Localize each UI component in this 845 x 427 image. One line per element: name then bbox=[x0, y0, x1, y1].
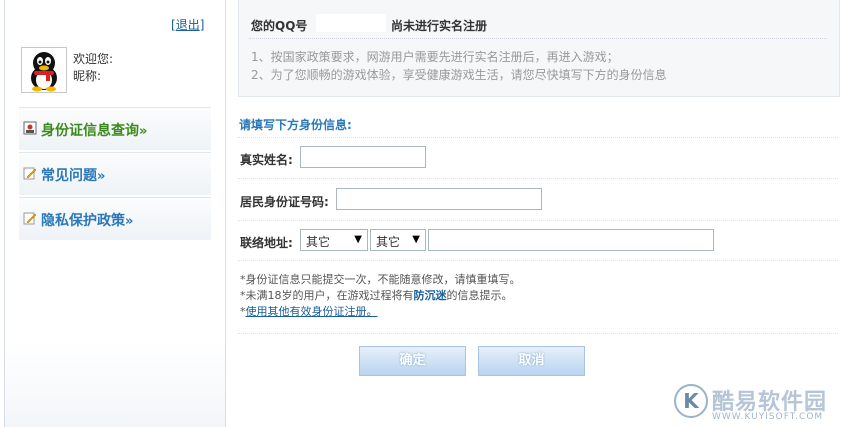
sidebar-item-faq[interactable]: 常见问题» bbox=[19, 152, 211, 195]
watermark: K 酷易软件园 WWW.KUYISOFT.COM bbox=[674, 380, 844, 427]
address-label: 联络地址: bbox=[240, 236, 293, 250]
note-2: *未满18岁的用户，在游戏过程将有防沉迷的信息提示。 bbox=[240, 289, 513, 302]
nickname-label: 昵称: bbox=[73, 69, 102, 83]
sidebar-item-privacy[interactable]: 隐私保护政策» bbox=[19, 197, 211, 240]
anti-addiction-text: 防沉迷 bbox=[413, 289, 447, 302]
id-card-icon bbox=[23, 121, 37, 135]
notice-line-2: 2、为了您顺畅的游戏体验，享受健康游戏生活，请您尽快填写下方的身份信息 bbox=[251, 68, 667, 82]
form-title: 请填写下方身份信息: bbox=[239, 118, 352, 132]
id-number-label: 居民身份证号码: bbox=[240, 195, 329, 209]
welcome-label: 欢迎您: bbox=[73, 52, 114, 66]
name-input[interactable] bbox=[300, 146, 426, 168]
notice-title-prefix: 您的QQ号 bbox=[251, 19, 308, 33]
sidebar: [退出] 欢迎您: 昵称: 身份证信息查询» 常见问题» 隐私保护政策» bbox=[4, 0, 226, 427]
watermark-logo: K bbox=[674, 384, 708, 418]
confirm-button[interactable]: 确定 bbox=[359, 346, 466, 376]
divider bbox=[249, 38, 827, 39]
note-1: *身份证信息只能提交一次，不能随意修改，请慎重填写。 bbox=[240, 273, 521, 286]
sidebar-item-label: 常见问题 bbox=[41, 168, 97, 184]
dropdown-arrow-icon: ▼ bbox=[412, 234, 420, 245]
notice-title-suffix: 尚未进行实名注册 bbox=[391, 19, 488, 33]
divider bbox=[238, 333, 838, 334]
dropdown-arrow-icon: ▼ bbox=[354, 234, 362, 245]
notice-panel: 您的QQ号 尚未进行实名注册 1、按国家政策要求，网游用户需要先进行实名注册后，… bbox=[238, 0, 840, 97]
province-select[interactable]: 其它 ▼ bbox=[300, 229, 368, 251]
pencil-icon bbox=[23, 167, 37, 180]
id-number-input[interactable] bbox=[336, 188, 542, 210]
cancel-button[interactable]: 取消 bbox=[478, 346, 585, 376]
sidebar-item-label: 隐私保护政策 bbox=[41, 213, 125, 229]
qq-number-mask bbox=[316, 14, 386, 32]
form-notes: *身份证信息只能提交一次，不能随意修改，请慎重填写。 *未满18岁的用户，在游戏… bbox=[240, 272, 521, 320]
divider bbox=[238, 220, 838, 221]
other-id-register-link[interactable]: 使用其他有效身份证注册。 bbox=[246, 305, 378, 318]
divider bbox=[238, 260, 838, 261]
pencil-icon bbox=[23, 212, 37, 225]
sidebar-item-label: 身份证信息查询 bbox=[41, 123, 139, 139]
avatar bbox=[21, 47, 67, 93]
divider bbox=[238, 178, 838, 179]
sidebar-item-id-query[interactable]: 身份证信息查询» bbox=[19, 107, 211, 150]
logout-link[interactable]: [退出] bbox=[171, 16, 204, 33]
name-label: 真实姓名: bbox=[240, 153, 293, 167]
watermark-url: WWW.KUYISOFT.COM bbox=[712, 412, 824, 422]
note-3: *使用其他有效身份证注册。 bbox=[240, 305, 378, 318]
address-input[interactable] bbox=[428, 229, 714, 251]
city-select[interactable]: 其它 ▼ bbox=[370, 229, 426, 251]
divider bbox=[238, 137, 838, 138]
notice-line-1: 1、按国家政策要求，网游用户需要先进行实名注册后，再进入游戏； bbox=[251, 50, 619, 64]
